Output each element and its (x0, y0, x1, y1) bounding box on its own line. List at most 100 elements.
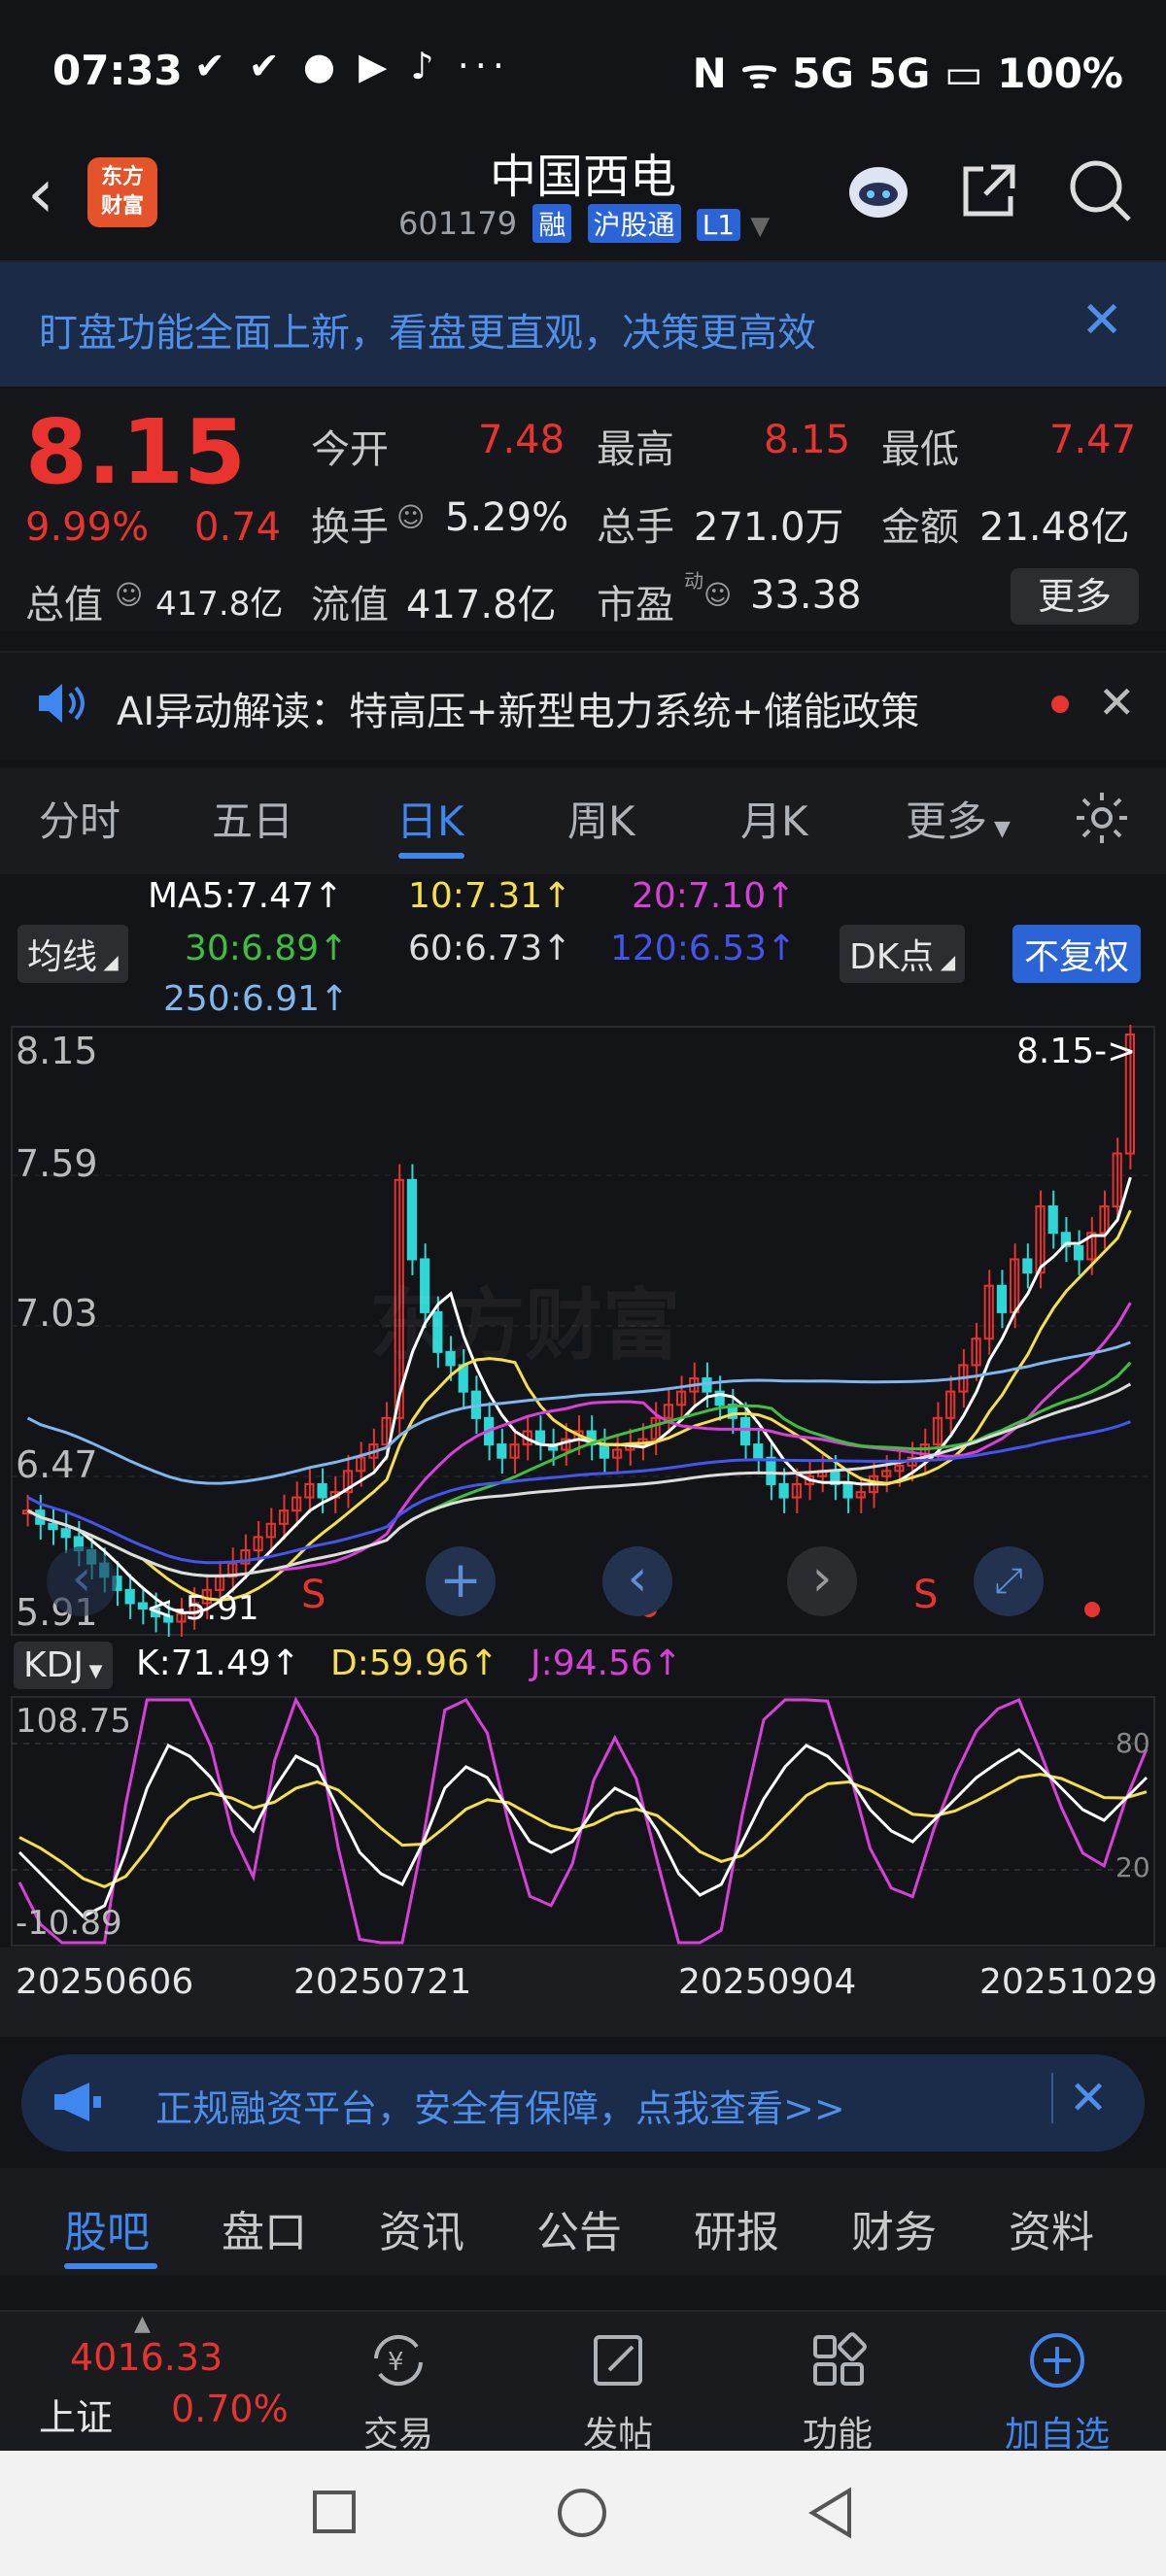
status-system-icons: N ᯤ 5G 5G ▭ 100% (692, 50, 1123, 97)
nav-add-watchlist-label: 加自选 (1004, 2415, 1110, 2455)
kdj-top-tick: 108.75 (16, 1702, 131, 1741)
nav-post-label: 发帖 (582, 2415, 653, 2455)
kdj-k-line (17, 1743, 1149, 1918)
candle-body (996, 1284, 1008, 1313)
amount-label: 金额 (881, 505, 959, 550)
recents-square-icon[interactable] (313, 2491, 356, 2533)
next-icon[interactable]: › (787, 1546, 857, 1616)
candle-body (497, 1443, 507, 1459)
tag-margin: 融 (532, 204, 572, 243)
back-triangle-icon[interactable] (806, 2487, 855, 2543)
ma20-value: 20:7.10↑ (632, 876, 796, 916)
amount-value: 21.48亿 (979, 505, 1130, 550)
home-circle-icon[interactable] (558, 2489, 606, 2537)
open-label: 今开 (311, 427, 389, 472)
low-value: 7.47 (1049, 418, 1137, 462)
ma30-value: 30:6.89↑ (185, 929, 349, 968)
date-tick-3: 20251029 (979, 1962, 1158, 2002)
candle-body (778, 1482, 789, 1499)
zoom-in-button[interactable]: + (426, 1546, 496, 1616)
last-price: 8.15 (25, 400, 246, 504)
kdj-j-value: J:94.56↑ (531, 1644, 682, 1683)
index-change: 0.70% (171, 2388, 289, 2430)
kdj-d-value: D:59.96↑ (330, 1644, 499, 1683)
candle-body (317, 1482, 327, 1499)
close-icon[interactable]: ✕ (1098, 676, 1136, 729)
kdj-k-value: K:71.49↑ (136, 1644, 300, 1683)
watermark: 东方财富 (369, 1280, 680, 1371)
float-cap-value: 417.8亿 (406, 583, 557, 627)
kdj-selector[interactable]: KDJ ▼ (14, 1642, 113, 1689)
date-tick-1: 20250721 (293, 1962, 472, 2002)
scroll-left-icon[interactable]: ‹ (47, 1546, 117, 1616)
tab-underline (398, 853, 464, 859)
more-quote-button[interactable]: 更多 (1011, 568, 1139, 625)
search-icon[interactable] (1065, 155, 1135, 225)
candle-body (842, 1482, 853, 1499)
tab-more[interactable]: 更多 ▼ (906, 789, 1011, 848)
info-icon[interactable]: ☺ (115, 579, 143, 611)
ma10-value: 10:7.31↑ (408, 876, 572, 916)
share-icon[interactable] (954, 155, 1024, 225)
promo-banner-text: 盯盘功能全面上新，看盘更直观，决策更高效 (39, 311, 816, 356)
tab-orderbook[interactable]: 盘口 (222, 2197, 307, 2259)
settings-gear-icon[interactable] (1073, 789, 1131, 851)
turnover-label: 换手 (311, 505, 389, 550)
ma120-value: 120:6.53↑ (610, 929, 797, 968)
nav-trade[interactable]: ¥ 交易 (321, 2329, 476, 2457)
signal-dot (1084, 1602, 1100, 1617)
caret-icon: ◢ (934, 950, 956, 973)
expand-icon[interactable]: ⤢ (974, 1546, 1044, 1616)
nav-post[interactable]: 发帖 (540, 2329, 696, 2457)
adjust-button[interactable]: 不复权 (1012, 925, 1142, 983)
tab-announcements[interactable]: 公告 (536, 2197, 622, 2259)
price-tick-3: 6.47 (16, 1443, 98, 1486)
change-percent: 9.99% (25, 505, 150, 550)
open-value: 7.48 (478, 418, 566, 462)
tab-weekly-k[interactable]: 周K (567, 789, 635, 848)
candle-body (124, 1588, 135, 1605)
tab-daily-k[interactable]: 日K (396, 789, 464, 848)
close-icon[interactable]: ✕ (1069, 2071, 1108, 2125)
svg-text:¥: ¥ (388, 2348, 404, 2377)
nav-functions[interactable]: 功能 (760, 2329, 915, 2457)
financing-ad-text: 正规融资平台，安全有保障，点我查看>> (155, 2087, 845, 2130)
tab-news[interactable]: 资讯 (379, 2197, 464, 2259)
collapse-caret-icon[interactable]: ▲ (134, 2312, 151, 2336)
tab-financials[interactable]: 财务 (851, 2197, 937, 2259)
tab-five-day[interactable]: 五日 (212, 789, 293, 848)
candle-body (1074, 1244, 1084, 1261)
candle-body (406, 1178, 418, 1261)
change-amount: 0.74 (194, 505, 282, 550)
tag-connect: 沪股通 (587, 204, 681, 243)
volume-label: 总手 (597, 505, 674, 550)
last-price-marker: 8.15-> (1016, 1032, 1137, 1071)
ma60-value: 60:6.73↑ (408, 929, 572, 968)
robot-assistant-icon[interactable] (843, 155, 913, 225)
dk-point-button[interactable]: DK点 ◢ (840, 925, 966, 983)
stock-code: 601179 (398, 205, 518, 242)
pe-label: 市盈 (597, 583, 674, 627)
nav-add-watchlist[interactable]: 加自选 (979, 2329, 1135, 2457)
info-icon[interactable]: ☺ (396, 501, 425, 533)
prev-icon[interactable]: ‹ (602, 1546, 672, 1616)
candle-body (599, 1443, 609, 1459)
low-label: 最低 (881, 427, 959, 472)
kdj-j-line (17, 1696, 1149, 1945)
tab-research[interactable]: 研报 (694, 2197, 779, 2259)
info-icon[interactable]: ☺ (703, 579, 732, 611)
add-circle-icon (979, 2329, 1135, 2406)
pe-value: 33.38 (750, 573, 862, 618)
megaphone-icon (51, 2079, 105, 2129)
market-cap-label: 总值 (25, 583, 103, 627)
tab-intraday[interactable]: 分时 (39, 789, 120, 848)
kdj-level-80: 80 (1115, 1727, 1150, 1759)
tab-forum[interactable]: 股吧 (64, 2197, 150, 2259)
close-icon[interactable]: ✕ (1080, 291, 1123, 350)
tab-monthly-k[interactable]: 月K (740, 789, 808, 848)
ma-selector[interactable]: 均线 ◢ (17, 925, 128, 983)
stock-code-line[interactable]: 601179 融 沪股通 L1 ▼ (398, 204, 770, 243)
kdj-chart[interactable] (0, 1695, 1166, 1948)
candle-body (1022, 1258, 1033, 1274)
tab-profile[interactable]: 资料 (1009, 2197, 1094, 2259)
